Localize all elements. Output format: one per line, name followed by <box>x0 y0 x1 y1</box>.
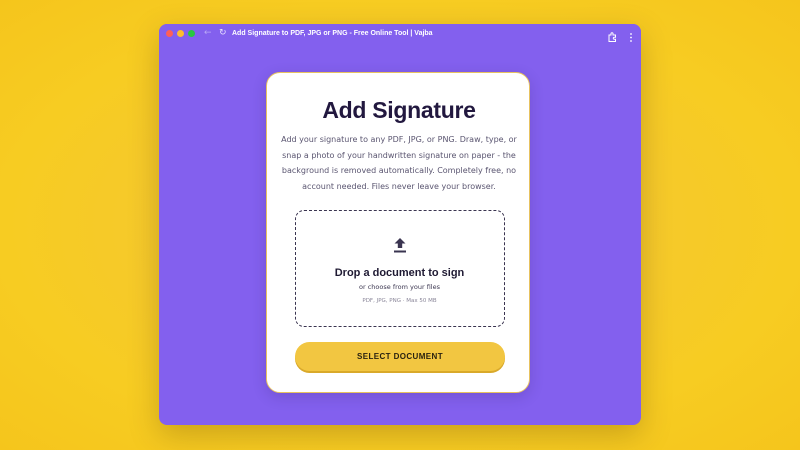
close-window-button[interactable] <box>166 30 173 37</box>
kebab-menu-icon[interactable] <box>628 28 634 42</box>
reload-icon[interactable]: ↻ <box>219 27 227 40</box>
add-signature-card: Add Signature Add your signature to any … <box>266 72 530 393</box>
file-format-hint: PDF, JPG, PNG · Max 50 MB <box>362 298 437 304</box>
upload-icon <box>392 236 408 254</box>
browser-window: ← ↻ Add Signature to PDF, JPG or PNG - F… <box>159 24 641 425</box>
page-description: Add your signature to any PDF, JPG, or P… <box>281 135 517 191</box>
page-title: Add Signature <box>322 97 476 123</box>
document-dropzone[interactable]: Drop a document to sign or choose from y… <box>295 210 505 327</box>
arrow-left-icon[interactable]: ← <box>204 27 212 40</box>
select-document-button[interactable]: SELECT DOCUMENT <box>295 342 505 371</box>
minimize-window-button[interactable] <box>177 30 184 37</box>
choose-files-link[interactable]: or choose from your files <box>296 282 503 292</box>
maximize-window-button[interactable] <box>188 30 195 37</box>
tab-title[interactable]: Add Signature to PDF, JPG or PNG - Free … <box>232 28 433 40</box>
dropzone-title: Drop a document to sign <box>334 267 465 279</box>
browser-titlebar: ← ↻ Add Signature to PDF, JPG or PNG - F… <box>159 24 641 43</box>
puzzle-icon[interactable] <box>608 28 617 42</box>
